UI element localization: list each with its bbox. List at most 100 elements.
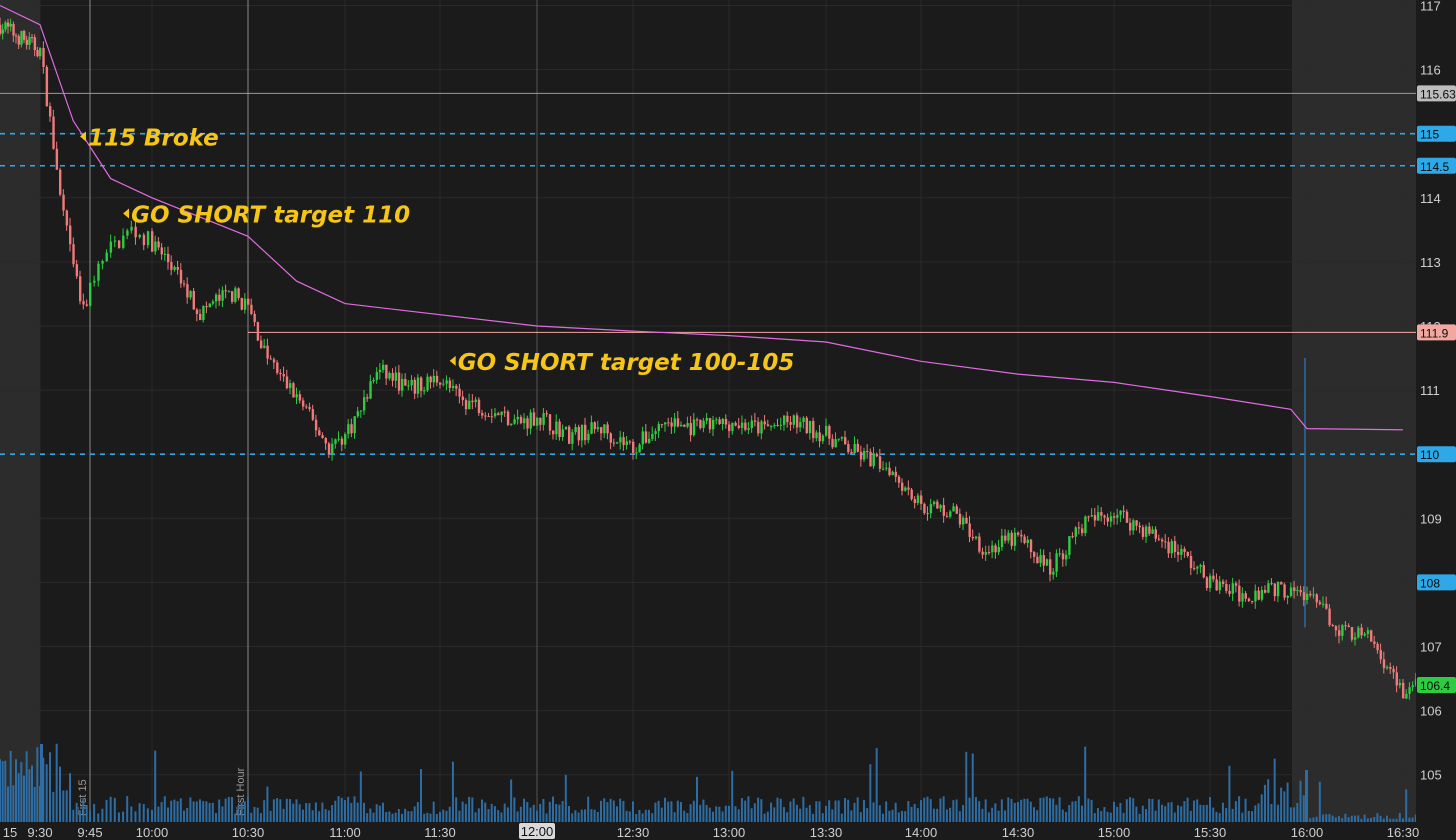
volume-bar (1119, 802, 1122, 822)
candle-body (142, 234, 146, 246)
volume-bar (869, 764, 872, 822)
candle-body (904, 487, 907, 491)
volume-bar (160, 802, 163, 822)
candle-body (837, 438, 841, 440)
candle-body (696, 419, 699, 421)
volume-bar (17, 773, 20, 822)
candle-body (795, 415, 799, 428)
candle-body (1247, 598, 1251, 601)
candle-body (503, 411, 507, 413)
volume-bar (1254, 805, 1257, 822)
candle-body (69, 225, 72, 245)
volume-bar (1109, 812, 1112, 822)
volume-bar (1328, 814, 1331, 822)
candle-body (965, 517, 968, 524)
y-tick-label: 109 (1420, 511, 1442, 526)
volume-bar (1087, 798, 1090, 822)
candle-body (1097, 512, 1100, 521)
volume-bar (256, 807, 259, 822)
candle-body (263, 345, 266, 349)
candle-body (1218, 581, 1222, 591)
volume-bar (792, 798, 795, 822)
volume-bar (126, 796, 129, 822)
candle-body (1322, 603, 1325, 605)
volume-bar (154, 750, 157, 822)
volume-bar (1296, 803, 1299, 822)
volume-bar (670, 801, 673, 822)
candle-body (481, 413, 484, 416)
candle-body (971, 536, 975, 539)
annotation-text-0: 115 Broke (88, 126, 219, 152)
candle-body (920, 495, 923, 504)
candle-body (1049, 559, 1052, 575)
candle-body (949, 511, 952, 517)
candle-body (1257, 590, 1260, 600)
volume-bar (994, 803, 997, 822)
volume-bar (199, 799, 201, 822)
volume-spike-open (40, 744, 43, 822)
candle-body (42, 47, 45, 67)
volume-bar (831, 809, 834, 822)
candle-body (366, 397, 369, 399)
volume-bar (1036, 810, 1039, 822)
candle-body (1212, 575, 1215, 580)
volume-bar (1081, 805, 1083, 822)
volume-bar (202, 801, 205, 822)
volume-bar (548, 801, 551, 822)
candle-body (987, 552, 991, 554)
candle-body (423, 390, 426, 392)
candle-body (1164, 541, 1167, 543)
volume-bar (97, 813, 100, 822)
volume-bar (1045, 796, 1048, 822)
candle-body (1273, 583, 1277, 597)
candle-body (1145, 526, 1148, 537)
candle-body (4, 22, 7, 30)
volume-bar (773, 807, 776, 822)
volume-bar (638, 809, 641, 822)
volume-bar (1379, 815, 1382, 822)
volume-bar (4, 760, 7, 822)
candle-body (331, 443, 334, 455)
volume-bar (882, 813, 884, 822)
candle-body (1020, 534, 1023, 537)
volume-bar (272, 799, 275, 822)
candle-body (683, 424, 686, 427)
candle-body (426, 376, 429, 391)
volume-bar (1209, 797, 1211, 822)
candle-body (311, 409, 315, 420)
candle-body (369, 381, 372, 399)
candle-body (564, 426, 568, 430)
candle-body (574, 427, 577, 433)
candle-body (420, 377, 423, 391)
volume-bar (1205, 804, 1208, 822)
volume-bar (603, 798, 606, 822)
volume-bar (885, 801, 888, 822)
candle-body (1315, 594, 1318, 603)
candle-body (1071, 536, 1074, 538)
candle-body (907, 487, 910, 490)
candle-body (151, 231, 154, 252)
volume-bar (474, 812, 477, 822)
volume-bar (1225, 807, 1228, 822)
volume-bar (340, 797, 343, 822)
annotation-text-1: GO SHORT target 110 (131, 202, 410, 228)
volume-bar (298, 804, 301, 822)
volume-bar (279, 799, 282, 822)
volume-bar (375, 804, 378, 822)
volume-bar (1202, 805, 1205, 822)
candle-body (1312, 594, 1315, 596)
volume-bar (1125, 799, 1128, 822)
volume-bar (1280, 787, 1283, 822)
candle-body (105, 252, 108, 262)
candle-body (945, 515, 949, 517)
volume-bar (52, 791, 55, 822)
annotation-text-2: GO SHORT target 100-105 (458, 350, 795, 376)
candle-body (487, 416, 490, 418)
volume-bar (295, 799, 298, 822)
volume-bar (1173, 812, 1176, 822)
volume-bar (1257, 803, 1260, 822)
candle-body (1360, 627, 1363, 636)
candle-body (324, 437, 327, 444)
volume-bar (916, 808, 919, 822)
candle-body (1344, 625, 1347, 627)
